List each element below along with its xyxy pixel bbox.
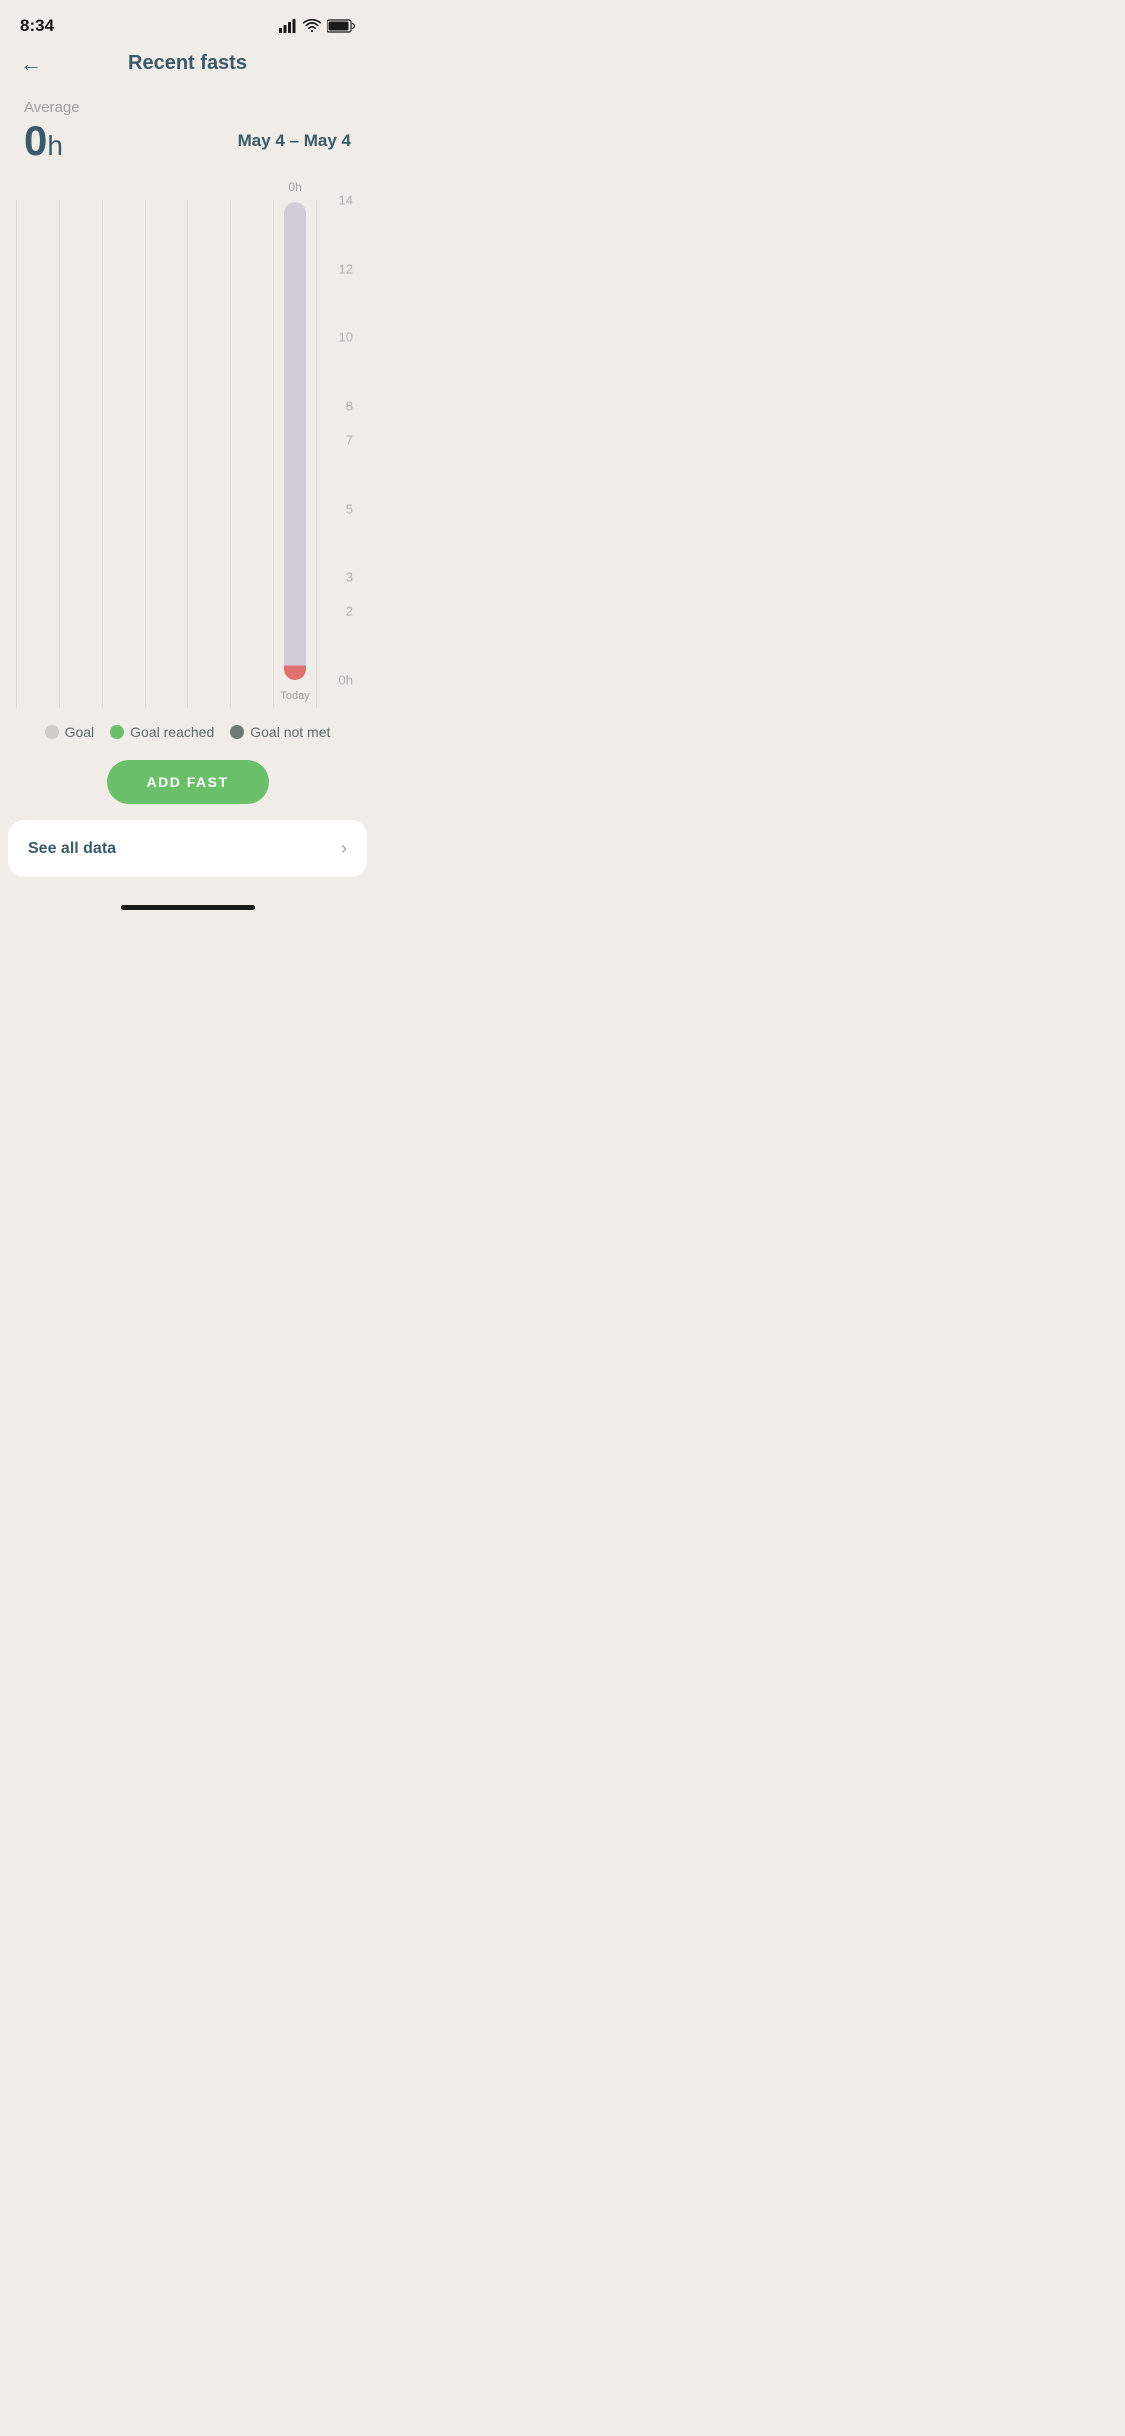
legend-dot-reached bbox=[110, 725, 124, 739]
home-indicator bbox=[0, 897, 375, 914]
legend-item-goal: Goal bbox=[45, 724, 95, 740]
see-all-text: See all data bbox=[28, 840, 116, 858]
legend-label-reached: Goal reached bbox=[130, 724, 214, 740]
legend-item-not-met: Goal not met bbox=[230, 724, 330, 740]
average-display: 0h bbox=[24, 120, 63, 162]
legend-item-reached: Goal reached bbox=[110, 724, 214, 740]
page-title: Recent fasts bbox=[128, 52, 247, 75]
average-unit: h bbox=[47, 130, 63, 161]
see-all-arrow: › bbox=[341, 838, 347, 859]
y-label-0: 0h bbox=[339, 673, 353, 688]
bar-column-4 bbox=[145, 200, 188, 708]
average-value: 0 bbox=[24, 117, 47, 164]
average-label: Average bbox=[24, 99, 351, 116]
y-label-2: 2 bbox=[346, 604, 353, 619]
y-label-3: 3 bbox=[346, 570, 353, 585]
bar-column-3 bbox=[102, 200, 145, 708]
status-icons bbox=[279, 19, 355, 33]
bar-column-2 bbox=[59, 200, 102, 708]
signal-icon bbox=[279, 19, 297, 33]
today-label: Today bbox=[280, 690, 309, 702]
legend-label-not-met: Goal not met bbox=[250, 724, 330, 740]
y-label-7: 7 bbox=[346, 433, 353, 448]
chart-bars-area: 0h Today bbox=[16, 200, 317, 708]
legend-label-goal: Goal bbox=[65, 724, 95, 740]
today-bar bbox=[284, 202, 306, 680]
home-bar bbox=[121, 905, 255, 910]
legend: Goal Goal reached Goal not met bbox=[0, 708, 375, 748]
chart-container: 0h Today 14 12 10 8 7 5 3 2 0h bbox=[16, 178, 359, 708]
legend-dot-goal bbox=[45, 725, 59, 739]
see-all-container[interactable]: See all data › bbox=[8, 820, 367, 877]
status-time: 8:34 bbox=[20, 16, 54, 36]
legend-dot-not-met bbox=[230, 725, 244, 739]
stats-section: Average 0h May 4 – May 4 bbox=[0, 87, 375, 170]
y-label-5: 5 bbox=[346, 501, 353, 516]
y-axis: 14 12 10 8 7 5 3 2 0h bbox=[317, 200, 359, 708]
bar-top-label: 0h bbox=[288, 180, 301, 194]
bar-column-today: 0h Today bbox=[273, 200, 317, 708]
y-label-14: 14 bbox=[339, 193, 353, 208]
wifi-icon bbox=[303, 19, 321, 33]
y-label-10: 10 bbox=[339, 330, 353, 345]
nav-bar: ← Recent fasts bbox=[0, 44, 375, 87]
date-range: May 4 – May 4 bbox=[238, 131, 351, 151]
back-button[interactable]: ← bbox=[20, 51, 42, 77]
y-label-8: 8 bbox=[346, 398, 353, 413]
bar-column-6 bbox=[230, 200, 273, 708]
average-row: 0h May 4 – May 4 bbox=[24, 120, 351, 162]
y-label-12: 12 bbox=[339, 261, 353, 276]
status-bar: 8:34 bbox=[0, 0, 375, 44]
bar-column-5 bbox=[187, 200, 230, 708]
battery-icon bbox=[327, 19, 355, 33]
bar-column-1 bbox=[16, 200, 59, 708]
add-fast-button[interactable]: ADD FAST bbox=[107, 760, 269, 804]
